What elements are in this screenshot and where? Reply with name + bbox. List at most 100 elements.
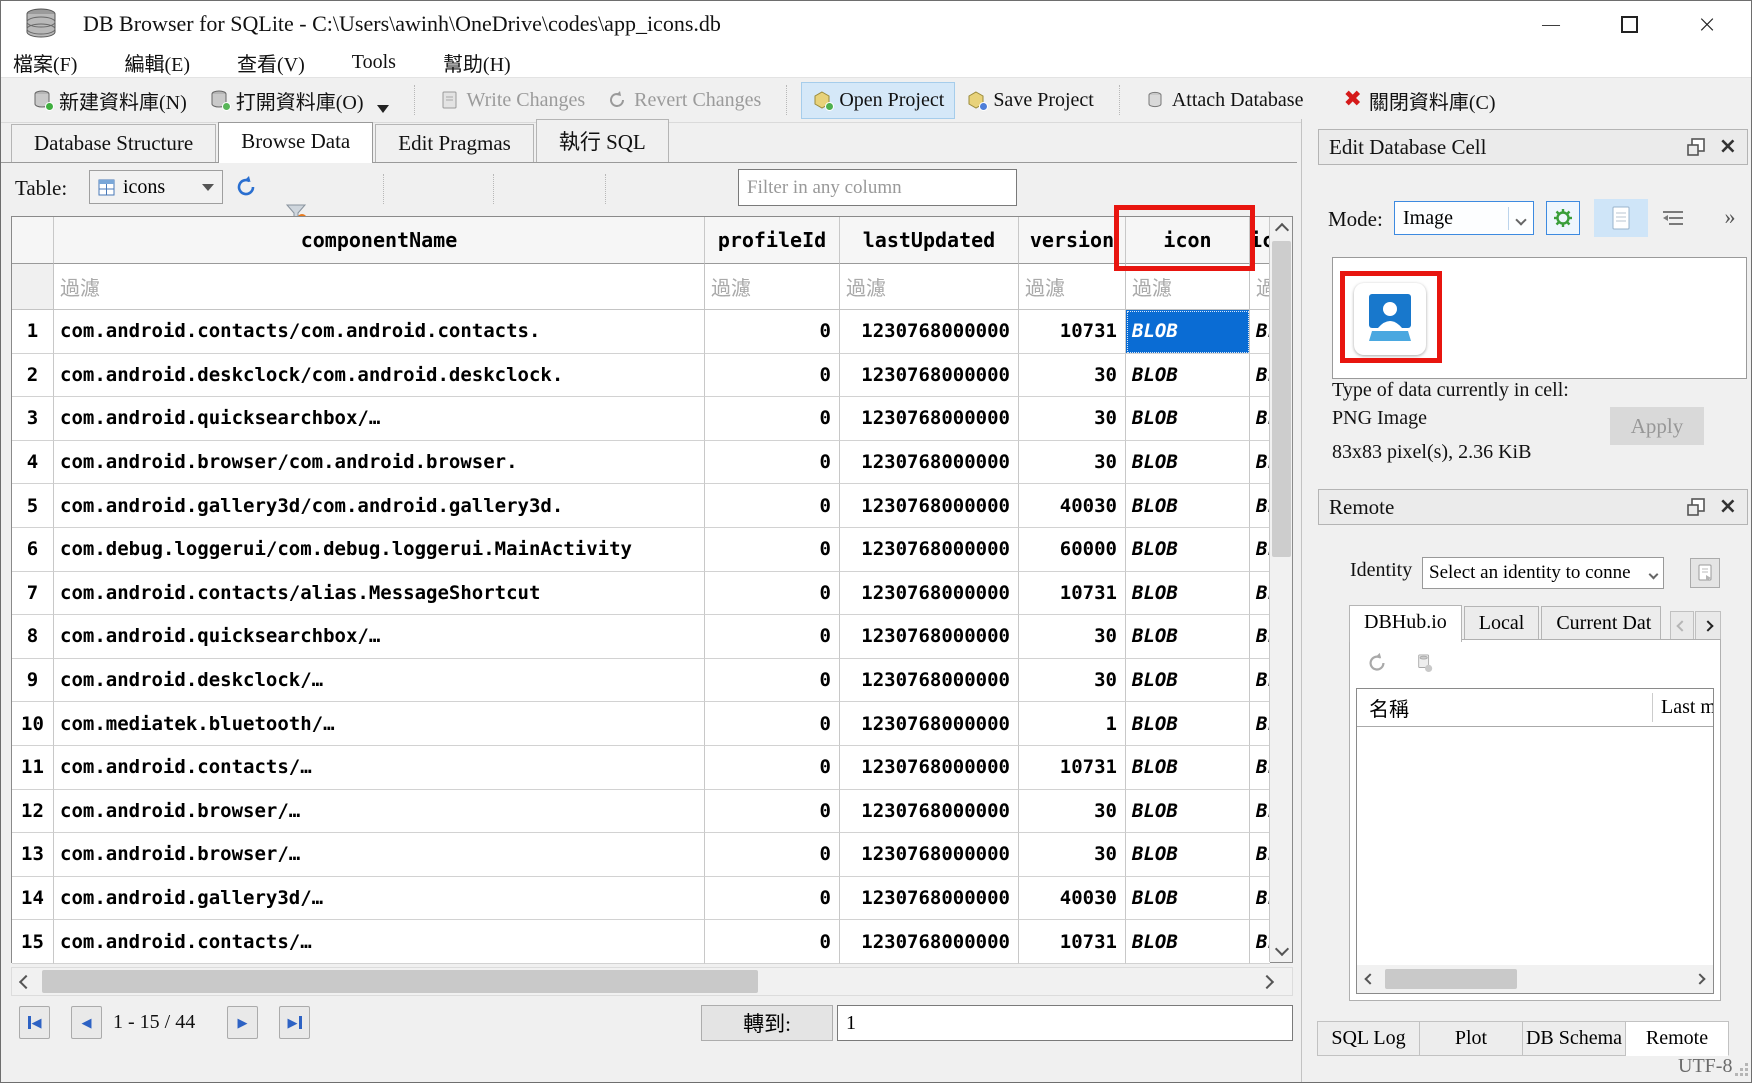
row-number[interactable]: 12 xyxy=(12,790,54,834)
save-project-button[interactable]: Save Project xyxy=(955,82,1105,119)
resize-grip-icon[interactable] xyxy=(1735,1063,1749,1077)
cell-icon2-clipped[interactable]: BLOB xyxy=(1250,441,1270,485)
cell-profileId[interactable]: 0 xyxy=(705,833,840,877)
cell-lastUpdated[interactable]: 1230768000000 xyxy=(840,877,1019,921)
row-number[interactable]: 7 xyxy=(12,572,54,616)
open-project-button[interactable]: Open Project xyxy=(801,82,955,119)
cell-componentName[interactable]: com.android.contacts/… xyxy=(54,746,705,790)
cell-version[interactable]: 10731 xyxy=(1019,310,1126,354)
filter-input-icon[interactable]: 過濾 xyxy=(1126,264,1250,310)
cell-version[interactable]: 30 xyxy=(1019,615,1126,659)
dock-tab-sql-log[interactable]: SQL Log xyxy=(1317,1021,1420,1056)
mode-select[interactable]: Image xyxy=(1394,201,1534,235)
cell-componentName[interactable]: com.debug.loggerui/com.debug.loggerui.Ma… xyxy=(54,528,705,572)
cell-profileId[interactable]: 0 xyxy=(705,659,840,703)
apply-button[interactable]: Apply xyxy=(1610,407,1704,445)
cell-lastUpdated[interactable]: 1230768000000 xyxy=(840,484,1019,528)
cell-icon-blob[interactable]: BLOB xyxy=(1126,746,1250,790)
remote-column-last-modified[interactable]: Last mo xyxy=(1653,696,1713,719)
cell-profileId[interactable]: 0 xyxy=(705,354,840,398)
row-number[interactable]: 8 xyxy=(12,615,54,659)
cell-icon2-clipped[interactable]: BLOB xyxy=(1250,354,1270,398)
cell-version[interactable]: 10731 xyxy=(1019,920,1126,964)
goto-record-button[interactable]: 轉到: xyxy=(701,1005,833,1041)
cell-componentName[interactable]: com.android.browser/… xyxy=(54,833,705,877)
corner-header-cell[interactable] xyxy=(12,217,54,264)
dock-tab-db-schema[interactable]: DB Schema xyxy=(1523,1021,1626,1056)
remote-table-hscrollbar[interactable] xyxy=(1357,965,1713,993)
column-header-version[interactable]: version xyxy=(1019,217,1126,264)
cell-profileId[interactable]: 0 xyxy=(705,572,840,616)
expand-toolbar-chevrons[interactable]: » xyxy=(1716,203,1744,231)
cell-profileId[interactable]: 0 xyxy=(705,877,840,921)
cell-icon-blob[interactable]: BLOB xyxy=(1126,920,1250,964)
open-database-dropdown-arrow[interactable] xyxy=(377,105,389,113)
close-database-button[interactable]: ✖ 關閉資料庫(C) xyxy=(1332,79,1506,122)
cell-componentName[interactable]: com.android.contacts/alias.MessageShortc… xyxy=(54,572,705,616)
cell-lastUpdated[interactable]: 1230768000000 xyxy=(840,833,1019,877)
row-number[interactable]: 3 xyxy=(12,397,54,441)
grid-hscroll-thumb[interactable] xyxy=(42,970,758,993)
cell-lastUpdated[interactable]: 1230768000000 xyxy=(840,790,1019,834)
cell-version[interactable]: 1 xyxy=(1019,702,1126,746)
cell-icon2-clipped[interactable]: BLOB xyxy=(1250,746,1270,790)
cell-componentName[interactable]: com.android.browser/… xyxy=(54,790,705,834)
cell-profileId[interactable]: 0 xyxy=(705,441,840,485)
tab-browse-data[interactable]: Browse Data xyxy=(218,122,373,163)
menu-item-4[interactable]: 幫助(H) xyxy=(443,48,536,77)
revert-changes-button[interactable]: Revert Changes xyxy=(596,82,772,119)
remote-tab-local[interactable]: Local xyxy=(1464,606,1540,640)
cell-lastUpdated[interactable]: 1230768000000 xyxy=(840,310,1019,354)
column-header-icon[interactable]: icon xyxy=(1126,217,1250,264)
next-page-button[interactable]: ▶ xyxy=(227,1006,258,1039)
float-panel-icon[interactable] xyxy=(1687,498,1705,516)
cell-profileId[interactable]: 0 xyxy=(705,615,840,659)
close-button[interactable]: × xyxy=(1685,7,1729,41)
cell-profileId[interactable]: 0 xyxy=(705,397,840,441)
cell-icon2-clipped[interactable]: BLOB xyxy=(1250,528,1270,572)
tab--sql[interactable]: 執行 SQL xyxy=(536,119,669,162)
cell-icon2-clipped[interactable]: BLOB xyxy=(1250,615,1270,659)
cell-icon-blob[interactable]: BLOB xyxy=(1126,354,1250,398)
row-number[interactable]: 1 xyxy=(12,310,54,354)
first-page-button[interactable]: ◀ xyxy=(19,1006,50,1039)
menu-item-1[interactable]: 編輯(E) xyxy=(124,48,215,77)
scroll-left-icon[interactable] xyxy=(14,968,38,995)
filter-input-version[interactable]: 過濾 xyxy=(1019,264,1126,310)
scroll-right-icon[interactable] xyxy=(1255,968,1279,995)
cell-componentName[interactable]: com.android.deskclock/… xyxy=(54,659,705,703)
dock-tab-plot[interactable]: Plot xyxy=(1420,1021,1523,1056)
tab-database-structure[interactable]: Database Structure xyxy=(11,124,216,162)
cell-icon-blob[interactable]: BLOB xyxy=(1126,615,1250,659)
cell-profileId[interactable]: 0 xyxy=(705,790,840,834)
cell-version[interactable]: 30 xyxy=(1019,441,1126,485)
cell-componentName[interactable]: com.mediatek.bluetooth/… xyxy=(54,702,705,746)
cell-icon-blob[interactable]: BLOB xyxy=(1126,659,1250,703)
scroll-down-icon[interactable] xyxy=(1270,940,1293,962)
cell-icon2-clipped[interactable]: BLOB xyxy=(1250,790,1270,834)
row-number[interactable]: 2 xyxy=(12,354,54,398)
close-panel-icon[interactable]: × xyxy=(1719,497,1737,517)
cell-lastUpdated[interactable]: 1230768000000 xyxy=(840,920,1019,964)
cell-icon-blob[interactable]: BLOB xyxy=(1126,528,1250,572)
cell-icon2-clipped[interactable]: BLOB xyxy=(1250,659,1270,703)
cell-componentName[interactable]: com.android.deskclock/com.android.deskcl… xyxy=(54,354,705,398)
tab-edit-pragmas[interactable]: Edit Pragmas xyxy=(375,124,534,162)
row-number[interactable]: 4 xyxy=(12,441,54,485)
cell-componentName[interactable]: com.android.browser/com.android.browser. xyxy=(54,441,705,485)
remote-tab-dbhub-io[interactable]: DBHub.io xyxy=(1349,605,1462,642)
menu-item-0[interactable]: 檔案(F) xyxy=(13,48,102,77)
close-panel-icon[interactable]: × xyxy=(1719,137,1737,157)
cell-lastUpdated[interactable]: 1230768000000 xyxy=(840,615,1019,659)
cell-lastUpdated[interactable]: 1230768000000 xyxy=(840,659,1019,703)
dock-tab-remote[interactable]: Remote xyxy=(1626,1021,1729,1056)
cell-icon-blob[interactable]: BLOB xyxy=(1126,790,1250,834)
filter-input-lastUpdated[interactable]: 過濾 xyxy=(840,264,1019,310)
cell-version[interactable]: 10731 xyxy=(1019,572,1126,616)
cell-icon-blob[interactable]: BLOB xyxy=(1126,702,1250,746)
cell-icon2-clipped[interactable]: BLOB xyxy=(1250,920,1270,964)
identity-select[interactable]: Select an identity to conne xyxy=(1422,557,1664,589)
cell-version[interactable]: 10731 xyxy=(1019,746,1126,790)
float-panel-icon[interactable] xyxy=(1687,138,1705,156)
cell-version[interactable]: 40030 xyxy=(1019,484,1126,528)
